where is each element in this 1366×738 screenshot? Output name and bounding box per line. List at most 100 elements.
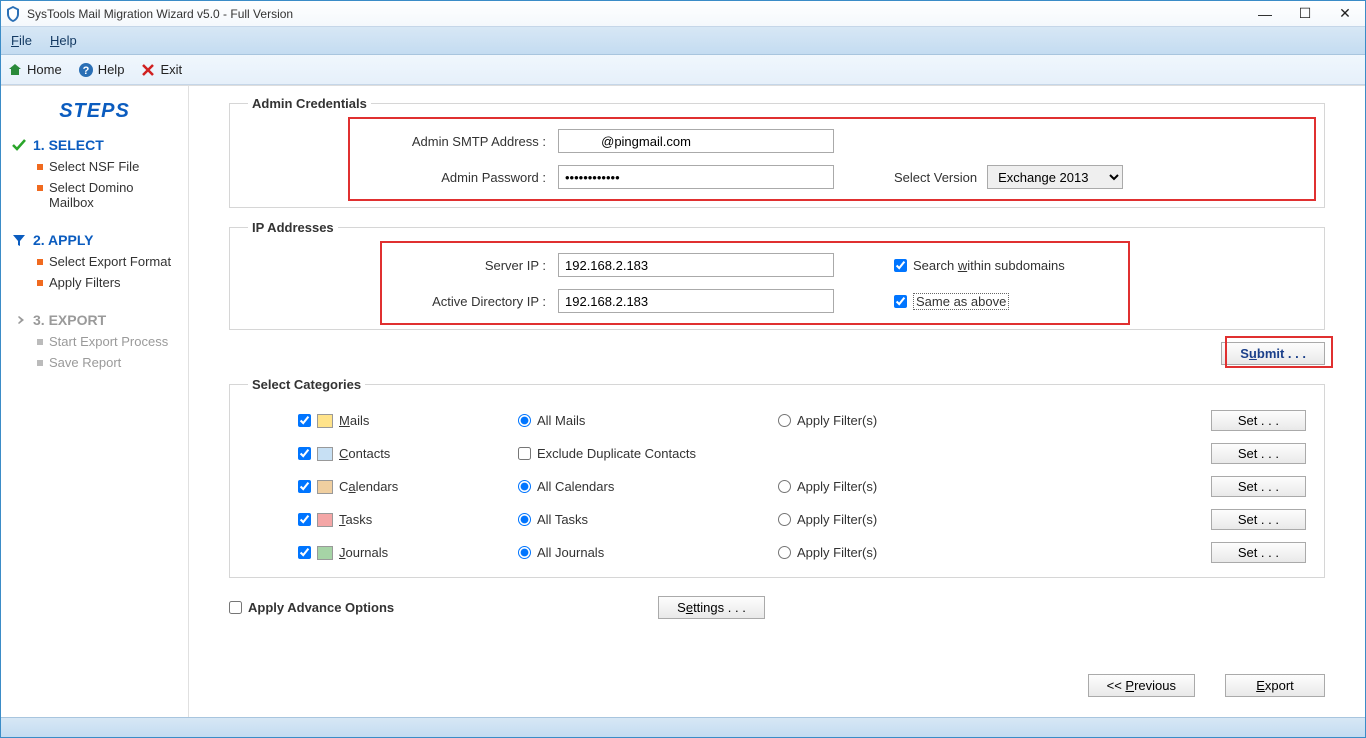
same-as-above-checkbox[interactable] bbox=[894, 295, 907, 308]
toolbar-home[interactable]: Home bbox=[7, 62, 62, 78]
calendars-filter-radio[interactable] bbox=[778, 480, 791, 493]
journals-checkbox[interactable] bbox=[298, 546, 311, 559]
statusbar bbox=[1, 717, 1365, 737]
close-button[interactable]: ✕ bbox=[1337, 6, 1353, 22]
body: STEPS 1. SELECT Select NSF File Select D… bbox=[1, 85, 1365, 717]
bullet-icon bbox=[37, 280, 43, 286]
advance-row: Apply Advance Options Settings . . . bbox=[229, 596, 1325, 619]
step-3-label: 3. EXPORT bbox=[33, 312, 106, 328]
submit-row: Submit . . . bbox=[229, 342, 1325, 365]
sidebar-item-export-format[interactable]: Select Export Format bbox=[37, 254, 178, 269]
advance-checkbox[interactable] bbox=[229, 601, 242, 614]
journals-label: Journals bbox=[339, 545, 388, 560]
categories-legend: Select Categories bbox=[248, 377, 365, 392]
tasks-icon bbox=[317, 513, 333, 527]
menu-file[interactable]: File bbox=[11, 33, 32, 48]
export-button[interactable]: Export bbox=[1225, 674, 1325, 697]
home-icon bbox=[7, 62, 23, 78]
journals-filter-radio[interactable] bbox=[778, 546, 791, 559]
version-label: Select Version bbox=[894, 170, 977, 185]
mails-checkbox[interactable] bbox=[298, 414, 311, 427]
version-select[interactable]: Exchange 2013 bbox=[987, 165, 1123, 189]
step-1-header: 1. SELECT bbox=[11, 137, 178, 153]
calendars-set-button[interactable]: Set . . . bbox=[1211, 476, 1306, 497]
steps-title: STEPS bbox=[11, 100, 178, 123]
exclude-dup-label: Exclude Duplicate Contacts bbox=[537, 446, 696, 461]
menu-help[interactable]: Help bbox=[50, 33, 77, 48]
maximize-button[interactable]: ☐ bbox=[1297, 6, 1313, 22]
toolbar-help-label: Help bbox=[98, 62, 125, 77]
bullet-icon bbox=[37, 164, 43, 170]
journals-icon bbox=[317, 546, 333, 560]
minimize-button[interactable]: — bbox=[1257, 6, 1273, 22]
admin-credentials-legend: Admin Credentials bbox=[248, 96, 371, 111]
advance-label: Apply Advance Options bbox=[248, 600, 394, 615]
sidebar-item-select-nsf[interactable]: Select NSF File bbox=[37, 159, 178, 174]
server-ip-input[interactable] bbox=[558, 253, 834, 277]
bullet-icon bbox=[37, 259, 43, 265]
mail-icon bbox=[317, 414, 333, 428]
footer-buttons: << Previous Export bbox=[1088, 674, 1325, 697]
admin-credentials-group: Admin Credentials Admin SMTP Address : A… bbox=[229, 96, 1325, 208]
all-tasks-label: All Tasks bbox=[537, 512, 588, 527]
journals-filter-label: Apply Filter(s) bbox=[797, 545, 877, 560]
exit-icon bbox=[140, 62, 156, 78]
mails-set-button[interactable]: Set . . . bbox=[1211, 410, 1306, 431]
contacts-icon bbox=[317, 447, 333, 461]
contacts-label: Contacts bbox=[339, 446, 390, 461]
all-journals-radio[interactable] bbox=[518, 546, 531, 559]
titlebar: SysTools Mail Migration Wizard v5.0 - Fu… bbox=[1, 1, 1365, 27]
step-2-label: 2. APPLY bbox=[33, 232, 93, 248]
svg-text:?: ? bbox=[82, 65, 89, 77]
window-controls: — ☐ ✕ bbox=[1257, 6, 1353, 22]
help-icon: ? bbox=[78, 62, 94, 78]
search-subdomains-checkbox[interactable] bbox=[894, 259, 907, 272]
toolbar-exit-label: Exit bbox=[160, 62, 182, 77]
calendar-icon bbox=[317, 480, 333, 494]
sidebar-item-start-export: Start Export Process bbox=[37, 334, 178, 349]
all-calendars-radio[interactable] bbox=[518, 480, 531, 493]
all-calendars-label: All Calendars bbox=[537, 479, 614, 494]
toolbar: Home ? Help Exit bbox=[1, 55, 1365, 85]
smtp-input[interactable] bbox=[558, 129, 834, 153]
tasks-set-button[interactable]: Set . . . bbox=[1211, 509, 1306, 530]
ip-addresses-group: IP Addresses Server IP : Search within s… bbox=[229, 220, 1325, 330]
all-tasks-radio[interactable] bbox=[518, 513, 531, 526]
app-window: SysTools Mail Migration Wizard v5.0 - Fu… bbox=[0, 0, 1366, 738]
toolbar-help[interactable]: ? Help bbox=[78, 62, 125, 78]
mails-filter-radio[interactable] bbox=[778, 414, 791, 427]
sidebar-item-apply-filters[interactable]: Apply Filters bbox=[37, 275, 178, 290]
tasks-filter-radio[interactable] bbox=[778, 513, 791, 526]
toolbar-exit[interactable]: Exit bbox=[140, 62, 182, 78]
settings-button[interactable]: Settings . . . bbox=[658, 596, 765, 619]
tasks-checkbox[interactable] bbox=[298, 513, 311, 526]
contacts-set-button[interactable]: Set . . . bbox=[1211, 443, 1306, 464]
arrow-icon bbox=[11, 312, 27, 328]
same-as-above-label: Same as above bbox=[913, 293, 1009, 310]
mails-label: Mails bbox=[339, 413, 369, 428]
sidebar-item-save-report: Save Report bbox=[37, 355, 178, 370]
tasks-label: Tasks bbox=[339, 512, 372, 527]
journals-set-button[interactable]: Set . . . bbox=[1211, 542, 1306, 563]
all-mails-radio[interactable] bbox=[518, 414, 531, 427]
contacts-checkbox[interactable] bbox=[298, 447, 311, 460]
submit-button[interactable]: Submit . . . bbox=[1221, 342, 1325, 365]
server-ip-label: Server IP : bbox=[378, 258, 558, 273]
ad-ip-input[interactable] bbox=[558, 289, 834, 313]
previous-button[interactable]: << Previous bbox=[1088, 674, 1195, 697]
password-input[interactable] bbox=[558, 165, 834, 189]
search-subdomains-label: Search within subdomains bbox=[913, 258, 1065, 273]
step-1-label: 1. SELECT bbox=[33, 137, 104, 153]
step-3-header: 3. EXPORT bbox=[11, 312, 178, 328]
tasks-filter-label: Apply Filter(s) bbox=[797, 512, 877, 527]
sidebar: STEPS 1. SELECT Select NSF File Select D… bbox=[1, 86, 189, 717]
bullet-icon bbox=[37, 360, 43, 366]
ip-legend: IP Addresses bbox=[248, 220, 338, 235]
calendars-filter-label: Apply Filter(s) bbox=[797, 479, 877, 494]
window-title: SysTools Mail Migration Wizard v5.0 - Fu… bbox=[27, 7, 1257, 21]
filter-icon bbox=[11, 232, 27, 248]
exclude-dup-checkbox[interactable] bbox=[518, 447, 531, 460]
sidebar-item-select-domino[interactable]: Select Domino Mailbox bbox=[37, 180, 178, 210]
main-panel: Admin Credentials Admin SMTP Address : A… bbox=[189, 86, 1365, 717]
calendars-checkbox[interactable] bbox=[298, 480, 311, 493]
